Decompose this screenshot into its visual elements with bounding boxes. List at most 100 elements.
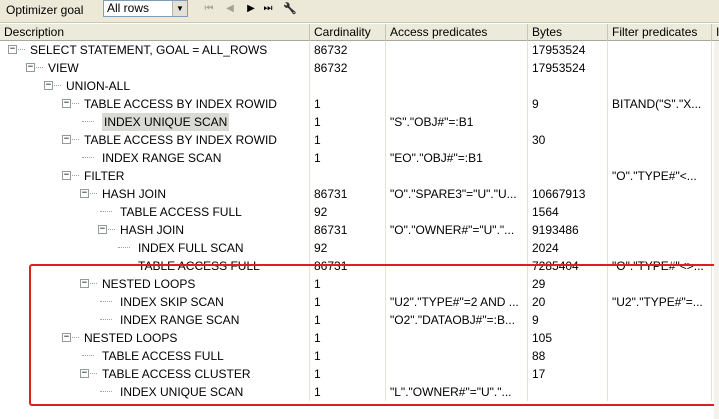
table-row[interactable]: −FILTER"O"."TYPE#"<...7 xyxy=(0,167,719,185)
access-predicates-cell: "L"."OWNER#"="U"."... xyxy=(386,383,528,401)
access-predicates-cell xyxy=(386,365,528,383)
tree-connector xyxy=(36,67,43,68)
tree-connector xyxy=(90,373,97,374)
collapse-toggle-icon[interactable]: − xyxy=(26,63,35,72)
collapse-toggle-icon[interactable]: − xyxy=(62,99,71,108)
bytes-cell: 9 xyxy=(528,311,608,329)
tree-connector xyxy=(118,247,130,248)
description-cell: INDEX RANGE SCAN xyxy=(0,311,310,329)
filter-predicates-cell: "O"."TYPE#"<>... xyxy=(608,257,712,275)
collapse-toggle-icon[interactable]: − xyxy=(98,225,107,234)
table-row[interactable]: − HASH JOIN 86731 "O"."SPARE3"="U"."U... 106… xyxy=(0,185,719,203)
collapse-toggle-icon[interactable]: − xyxy=(62,333,71,342)
operation-label: NESTED LOOPS xyxy=(102,277,196,291)
optimizer-goal-select[interactable]: All rows ▼ xyxy=(103,0,188,17)
tree-connector xyxy=(18,49,25,50)
collapse-toggle-icon[interactable]: − xyxy=(62,171,71,180)
cardinality-cell: 86731 xyxy=(310,185,386,203)
table-row[interactable]: TABLE ACCESS FULL1881 xyxy=(0,347,719,365)
filter-predicates-cell xyxy=(608,275,712,293)
last-icon[interactable]: ⏭ xyxy=(259,0,277,18)
cardinality-cell: 1 xyxy=(310,95,386,113)
operation-label: TABLE ACCESS BY INDEX ROWID xyxy=(84,133,277,147)
filter-predicates-cell xyxy=(608,77,712,95)
collapse-toggle-icon[interactable]: − xyxy=(62,135,71,144)
filter-predicates-cell xyxy=(608,221,712,239)
operation-label: INDEX RANGE SCAN xyxy=(102,151,222,165)
cardinality-cell xyxy=(310,167,386,185)
filter-predicates-cell xyxy=(608,113,712,131)
table-row[interactable]: INDEX FULL SCAN9220241 xyxy=(0,239,719,257)
filter-predicates-cell xyxy=(608,383,712,401)
column-header-bytes[interactable]: Bytes xyxy=(528,24,608,41)
description-cell: − HASH JOIN xyxy=(0,185,310,203)
table-row[interactable]: − TABLE ACCESS BY INDEX ROWID 1 9 BITAND("S"… xyxy=(0,95,719,113)
description-cell: INDEX RANGE SCAN xyxy=(0,149,310,167)
operation-label: INDEX RANGE SCAN xyxy=(120,313,240,327)
access-predicates-cell xyxy=(386,59,528,77)
column-header-extra[interactable]: I xyxy=(712,24,719,41)
operation-label: TABLE ACCESS CLUSTER xyxy=(102,367,251,381)
chevron-down-icon[interactable]: ▼ xyxy=(172,1,187,16)
collapse-toggle-icon[interactable]: − xyxy=(80,369,89,378)
column-header-cardinality[interactable]: Cardinality xyxy=(310,24,386,41)
column-header-description[interactable]: Description xyxy=(0,24,310,41)
table-row[interactable]: −TABLE ACCESS BY INDEX ROWID1305 xyxy=(0,131,719,149)
operation-label: FILTER xyxy=(84,169,125,183)
description-cell: − NESTED LOOPS xyxy=(0,275,310,293)
access-predicates-cell xyxy=(386,275,528,293)
prev-icon[interactable]: ◀ xyxy=(221,0,239,18)
access-predicates-cell: "U2"."TYPE#"=2 AND ... xyxy=(386,293,528,311)
access-predicates-cell: "O"."SPARE3"="U"."U... xyxy=(386,185,528,203)
table-row[interactable]: INDEX RANGE SCAN1"O2"."DATAOBJ#"=:B...91 xyxy=(0,311,719,329)
collapse-toggle-icon[interactable]: − xyxy=(8,45,17,54)
tree-connector xyxy=(90,283,97,284)
wrench-icon[interactable]: 🔧 xyxy=(281,0,299,18)
filter-predicates-cell xyxy=(608,203,712,221)
cardinality-cell: 86732 xyxy=(310,59,386,77)
filter-predicates-cell: "O"."TYPE#"<... xyxy=(608,167,712,185)
table-row[interactable]: INDEX RANGE SCAN1"EO"."OBJ#"=:B16 xyxy=(0,149,719,167)
table-row[interactable]: −NESTED LOOPS1291 xyxy=(0,275,719,293)
table-row[interactable]: INDEX SKIP SCAN 1 "U2"."TYPE#"=2 AND ... 20… xyxy=(0,293,719,311)
table-row[interactable]: − SELECT STATEMENT, GOAL = ALL_ROWS 86732 1… xyxy=(0,41,719,59)
column-header-access-predicates[interactable]: Access predicates xyxy=(386,24,528,41)
collapse-toggle-icon[interactable]: − xyxy=(44,81,53,90)
operation-label: VIEW xyxy=(48,61,79,75)
table-row[interactable]: − UNION-ALL xyxy=(0,77,719,95)
bytes-cell xyxy=(528,113,608,131)
table-row[interactable]: − HASH JOIN 86731 "O"."OWNER#"="U"."... 9193… xyxy=(0,221,719,239)
first-icon[interactable]: ⏮ xyxy=(200,0,218,18)
tree-connector xyxy=(100,391,112,392)
table-row[interactable]: −NESTED LOOPS11051 xyxy=(0,329,719,347)
optimizer-goal-label: Optimizer goal xyxy=(6,3,84,17)
description-cell: − FILTER xyxy=(0,167,310,185)
access-predicates-cell xyxy=(386,203,528,221)
table-row[interactable]: −VIEW86732179535241 xyxy=(0,59,719,77)
table-row[interactable]: −TABLE ACCESS CLUSTER1171 xyxy=(0,365,719,383)
collapse-toggle-icon[interactable]: − xyxy=(80,279,89,288)
cardinality-cell: 86731 xyxy=(310,221,386,239)
access-predicates-cell xyxy=(386,95,528,113)
description-cell: − NESTED LOOPS xyxy=(0,329,310,347)
next-icon[interactable]: ▶ xyxy=(242,0,260,18)
table-row[interactable]: TABLE ACCESS FULL 86731 7285404 "O"."TYPE#"… xyxy=(0,257,719,275)
vertical-scrollbar[interactable] xyxy=(714,41,719,419)
table-row[interactable]: TABLE ACCESS FULL9215649 xyxy=(0,203,719,221)
description-cell: INDEX FULL SCAN xyxy=(0,239,310,257)
access-predicates-cell: "O2"."DATAOBJ#"=:B... xyxy=(386,311,528,329)
collapse-toggle-icon[interactable]: − xyxy=(80,189,89,198)
bytes-cell: 17 xyxy=(528,365,608,383)
column-header-filter-predicates[interactable]: Filter predicates xyxy=(608,24,712,41)
operation-label: UNION-ALL xyxy=(66,79,131,93)
bytes-cell: 7285404 xyxy=(528,257,608,275)
table-row[interactable]: INDEX UNIQUE SCAN1"S"."OBJ#"=:B14 xyxy=(0,113,719,131)
bytes-cell: 88 xyxy=(528,347,608,365)
filter-predicates-cell: BITAND("S"."X... xyxy=(608,95,712,113)
description-cell: TABLE ACCESS FULL xyxy=(0,203,310,221)
tree-connector xyxy=(72,175,79,176)
bytes-cell: 17953524 xyxy=(528,41,608,59)
filter-predicates-cell xyxy=(608,329,712,347)
optimizer-goal-value: All rows xyxy=(107,1,150,15)
table-row[interactable]: INDEX UNIQUE SCAN1"L"."OWNER#"="U"."...1 xyxy=(0,383,719,401)
